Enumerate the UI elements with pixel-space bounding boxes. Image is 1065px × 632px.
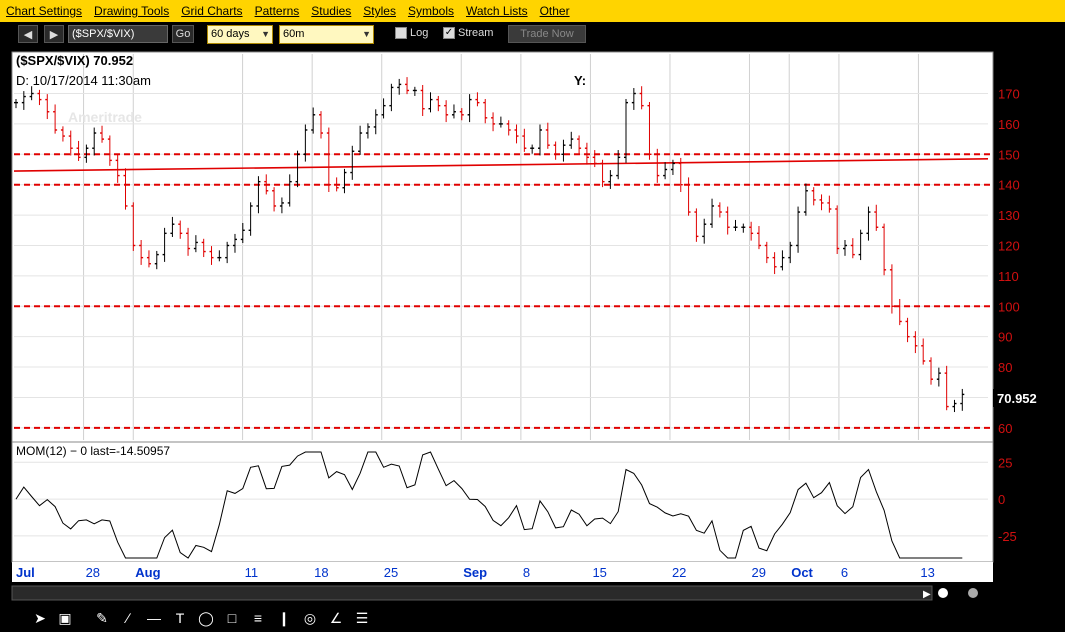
triangle-left-icon: ◀ xyxy=(23,28,33,41)
y-label: Y: xyxy=(574,73,586,88)
x-tick-label: 18 xyxy=(314,565,328,580)
watermark: Ameritrade xyxy=(68,109,142,125)
interval-select[interactable]: 60m ▼ xyxy=(279,25,374,44)
symbol-input[interactable]: ($SPX/$VIX) xyxy=(68,25,168,43)
menu-symbols[interactable]: Symbols xyxy=(402,0,460,22)
horizontal-line-icon[interactable]: — xyxy=(144,608,164,628)
text-icon[interactable]: T xyxy=(170,608,190,628)
fan-icon[interactable]: ∠ xyxy=(326,608,346,628)
price-tick-label: 90 xyxy=(998,330,1012,345)
menu-styles[interactable]: Styles xyxy=(357,0,402,22)
fibonacci-icon[interactable]: ≡ xyxy=(248,608,268,628)
price-tick-label: 100 xyxy=(998,299,1020,314)
date-label: D: 10/17/2014 11:30am xyxy=(16,73,151,88)
chart-area: Ameritrade ($SPX/$VIX) 70.952 D: 10/17/2… xyxy=(11,51,1043,601)
chevron-down-icon: ▼ xyxy=(362,29,371,39)
ellipse-icon[interactable]: ◯ xyxy=(196,608,216,628)
triangle-right-icon: ▶ xyxy=(49,28,59,41)
crosshair-icon[interactable]: ▣ xyxy=(55,608,75,628)
momentum-panel xyxy=(11,441,994,563)
forward-button[interactable]: ▶ xyxy=(44,25,64,43)
price-axis: 60708090100110120130140150160170 xyxy=(998,87,1020,436)
log-checkbox[interactable] xyxy=(395,27,407,39)
x-tick-label: 8 xyxy=(523,565,530,580)
interval-value: 60m xyxy=(283,28,305,40)
menu-drawing-tools[interactable]: Drawing Tools xyxy=(88,0,175,22)
back-button[interactable]: ◀ xyxy=(18,25,38,43)
x-tick-label: 13 xyxy=(920,565,934,580)
menu-chart-settings[interactable]: Chart Settings xyxy=(0,0,88,22)
menu-other[interactable]: Other xyxy=(534,0,576,22)
price-panel xyxy=(11,51,994,443)
price-tick-label: 80 xyxy=(998,360,1012,375)
momentum-tick-label: -25 xyxy=(998,529,1017,544)
symbol-value: ($SPX/$VIX) 70.952 xyxy=(16,53,133,68)
drawing-tools-bar: ➤ ▣ ✎ ∕ — T ◯ □ ≡ ❙ ◎ ∠ ☰ xyxy=(0,604,1065,632)
x-tick-label: Jul xyxy=(16,565,35,580)
spiral-icon[interactable]: ◎ xyxy=(300,608,320,628)
trade-now-button[interactable]: Trade Now xyxy=(508,25,586,43)
menu-studies[interactable]: Studies xyxy=(305,0,357,22)
x-axis: Jul 28 Aug 11 18 25 Sep 8 15 22 29 Oct 6 13 xyxy=(16,565,935,580)
x-tick-label: 11 xyxy=(245,565,259,580)
x-tick-label: 22 xyxy=(672,565,686,580)
zoom-out-icon[interactable] xyxy=(968,588,978,598)
x-tick-label: 15 xyxy=(592,565,606,580)
stream-checkbox[interactable]: ✓ xyxy=(443,27,455,39)
menu-bar: Chart Settings Drawing Tools Grid Charts… xyxy=(0,0,1065,22)
rectangle-icon[interactable]: □ xyxy=(222,608,242,628)
pencil-icon[interactable]: ✎ xyxy=(92,608,112,628)
momentum-label: MOM(12) − 0 last=-14.50957 xyxy=(16,444,170,458)
chevron-down-icon: ▼ xyxy=(261,29,270,39)
period-value: 60 days xyxy=(211,28,250,40)
menu-watch-lists[interactable]: Watch Lists xyxy=(460,0,534,22)
price-tick-label: 140 xyxy=(998,178,1020,193)
x-tick-label: Sep xyxy=(463,565,487,580)
momentum-tick-label: 25 xyxy=(998,455,1012,470)
x-tick-label: Oct xyxy=(791,565,813,580)
zoom-in-icon[interactable] xyxy=(938,588,948,598)
chart-toolbar: ◀ ▶ ($SPX/$VIX) Go 60 days ▼ 60m ▼ Log ✓ S… xyxy=(0,22,1065,48)
x-tick-label: 6 xyxy=(841,565,848,580)
retracement-icon[interactable]: ☰ xyxy=(352,608,372,628)
price-tick-label: 150 xyxy=(998,147,1020,162)
x-tick-label: 25 xyxy=(384,565,398,580)
price-tick-label: 60 xyxy=(998,421,1012,436)
scroll-right-icon[interactable]: ▶ xyxy=(923,589,931,600)
x-tick-label: 29 xyxy=(751,565,765,580)
cursor-icon[interactable]: ➤ xyxy=(30,608,50,628)
x-tick-label: Aug xyxy=(135,565,160,580)
parallel-lines-icon[interactable]: ∕ xyxy=(118,608,138,628)
horizontal-scrollbar[interactable] xyxy=(11,585,933,601)
period-select[interactable]: 60 days ▼ xyxy=(207,25,273,44)
price-tick-label: 110 xyxy=(998,269,1019,284)
x-tick-label: 28 xyxy=(86,565,100,580)
price-tick-label: 120 xyxy=(998,238,1020,253)
momentum-tick-label: 0 xyxy=(998,492,1005,507)
stream-label: Stream xyxy=(458,27,494,39)
go-button[interactable]: Go xyxy=(172,25,194,43)
price-tag: 70.952 xyxy=(997,391,1037,406)
menu-grid-charts[interactable]: Grid Charts xyxy=(175,0,248,22)
menu-patterns[interactable]: Patterns xyxy=(249,0,306,22)
price-tick-label: 170 xyxy=(998,87,1020,102)
log-label: Log xyxy=(410,27,429,39)
time-zones-icon[interactable]: ❙ xyxy=(274,608,294,628)
price-tick-label: 160 xyxy=(998,117,1020,132)
price-tick-label: 130 xyxy=(998,208,1020,223)
momentum-axis: 25 0 -25 xyxy=(998,455,1017,544)
